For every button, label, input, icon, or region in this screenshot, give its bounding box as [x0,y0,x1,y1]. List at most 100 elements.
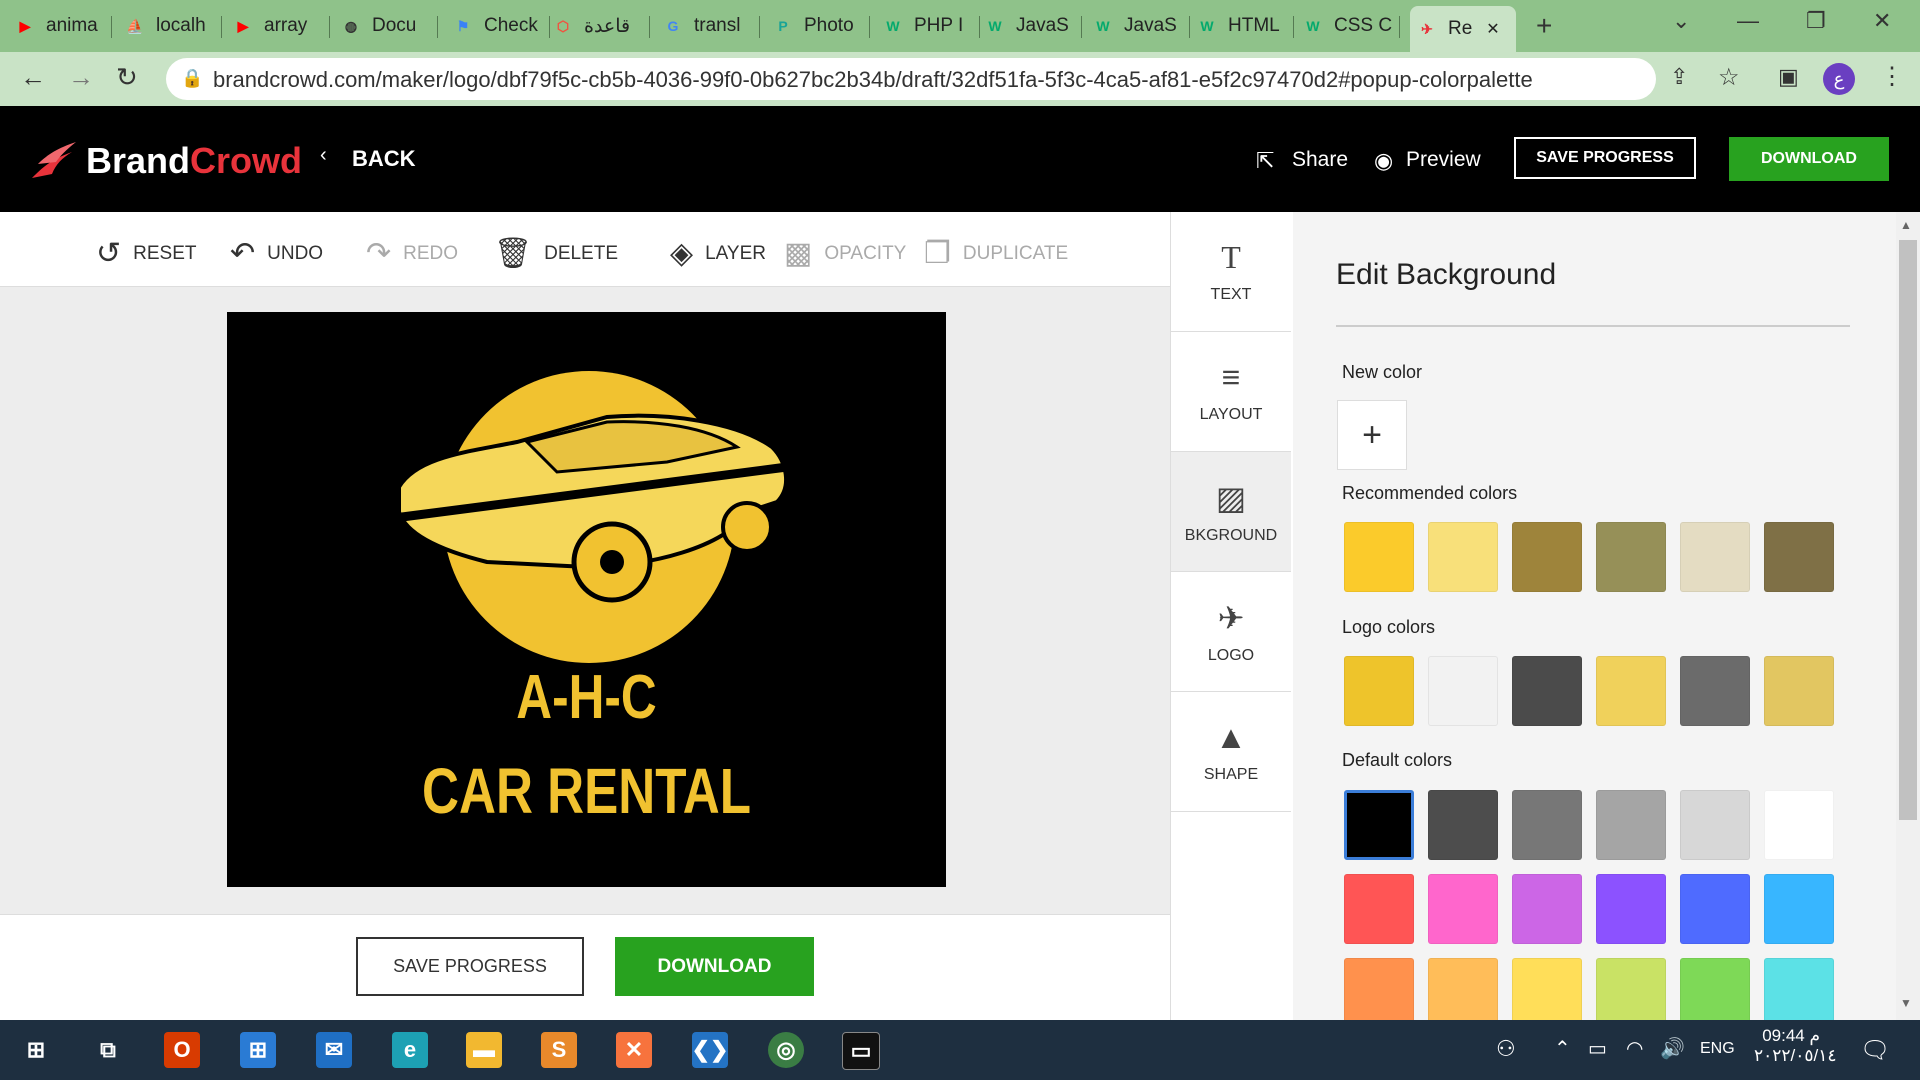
back-button[interactable]: BACK [352,146,416,172]
default-swatch[interactable] [1428,958,1498,1028]
logo-swatch[interactable] [1344,656,1414,726]
brand-logo[interactable]: BrandCrowd [86,140,302,182]
profile-avatar[interactable]: ع [1823,63,1855,95]
default-swatch[interactable] [1764,958,1834,1028]
header-download-button[interactable]: DOWNLOAD [1729,137,1889,181]
scroll-down-icon[interactable]: ▼ [1900,996,1912,1010]
recommended-swatch[interactable] [1764,522,1834,592]
store-icon[interactable]: ⊞ [240,1032,276,1068]
windows-start-icon[interactable]: ⊞ [18,1032,54,1068]
recommended-swatch[interactable] [1428,522,1498,592]
default-swatch[interactable] [1596,790,1666,860]
delete-button[interactable]: 🗑 DELETE [494,236,618,271]
redo-button[interactable]: ↷ REDO [366,236,458,271]
browser-tab[interactable]: ▶ anima [8,8,112,44]
xampp-icon[interactable]: ✕ [616,1032,652,1068]
restore-icon[interactable]: ❐ [1806,8,1826,34]
logo-swatch[interactable] [1764,656,1834,726]
recommended-swatch[interactable] [1512,522,1582,592]
default-swatch[interactable] [1596,958,1666,1028]
terminal-icon[interactable]: ▭ [842,1032,880,1070]
bookmark-star-icon[interactable]: ☆ [1718,63,1740,92]
nav-layout[interactable]: ≡ LAYOUT [1171,332,1291,452]
logo-line2[interactable]: CAR RENTAL [299,754,874,828]
reset-button[interactable]: ↺ RESET [96,236,197,271]
default-swatch[interactable] [1596,874,1666,944]
footer-download-button[interactable]: DOWNLOAD [615,937,814,996]
logo-swatch[interactable] [1680,656,1750,726]
browser-tab[interactable]: W CSS C [1296,8,1400,44]
layer-button[interactable]: ◈ LAYER [670,236,766,271]
browser-tab[interactable]: ⛵ localh [118,8,222,44]
language-indicator[interactable]: ENG [1700,1040,1735,1058]
new-tab-icon[interactable]: + [1536,10,1552,42]
default-swatch[interactable] [1680,874,1750,944]
tray-chevron-icon[interactable]: ⌃ [1554,1036,1571,1061]
default-swatch[interactable] [1764,874,1834,944]
browser-tab[interactable]: ✈ Re ✕ [1410,6,1516,52]
nav-background[interactable]: ▨ BKGROUND [1171,452,1291,572]
back-arrow-icon[interactable]: ← [20,62,46,93]
logo-line1[interactable]: A-H-C [299,662,874,733]
default-swatch[interactable] [1764,790,1834,860]
browser-tab[interactable]: Gtransl [656,8,760,44]
default-swatch[interactable] [1512,958,1582,1028]
recommended-swatch[interactable] [1596,522,1666,592]
mail-icon[interactable]: ✉ [316,1032,352,1068]
default-swatch[interactable] [1512,874,1582,944]
side-panel-icon[interactable]: ▣ [1778,64,1799,90]
share-button[interactable]: Share [1292,148,1348,172]
default-swatch[interactable] [1344,790,1414,860]
header-save-progress-button[interactable]: SAVE PROGRESS [1514,137,1696,179]
forward-arrow-icon[interactable]: → [68,62,94,93]
task-view-icon[interactable]: ⧉ [90,1032,126,1068]
url-text[interactable]: brandcrowd.com/maker/logo/dbf79f5c-cb5b-… [213,67,1533,93]
clock[interactable]: 09:44 م ٢٠٢٢/٠٥/١٤ [1754,1026,1837,1066]
default-swatch[interactable] [1428,790,1498,860]
close-tab-icon[interactable]: ✕ [1486,19,1499,39]
nav-shape[interactable]: ▲ SHAPE [1171,692,1291,812]
tab-search-icon[interactable]: ⌄ [1672,8,1690,34]
share-page-icon[interactable]: ⇪ [1670,64,1688,90]
duplicate-button[interactable]: ❐ DUPLICATE [924,236,1068,271]
sublime-text-icon[interactable]: S [541,1032,577,1068]
default-swatch[interactable] [1680,790,1750,860]
nav-text[interactable]: T TEXT [1171,212,1291,332]
browser-tab[interactable]: P Photo [766,8,870,44]
browser-tab[interactable]: W PHP I [876,8,980,44]
default-swatch[interactable] [1680,958,1750,1028]
browser-tab[interactable]: ⚑ Check [446,8,550,44]
wifi-icon[interactable]: ◠ [1626,1036,1643,1061]
logo-swatch[interactable] [1512,656,1582,726]
volume-icon[interactable]: 🔊 [1660,1036,1685,1061]
opacity-button[interactable]: ▩ OPACITY [784,236,906,271]
add-color-button[interactable]: + [1337,400,1407,470]
close-window-icon[interactable]: ✕ [1873,8,1891,34]
edge-icon[interactable]: e [392,1032,428,1068]
logo-swatch[interactable] [1428,656,1498,726]
vscode-icon[interactable]: ❮❯ [692,1032,728,1068]
battery-icon[interactable]: ▭ [1588,1036,1607,1061]
menu-dots-icon[interactable]: ⋮ [1880,62,1904,91]
logo-canvas[interactable]: A-H-C CAR RENTAL [227,312,946,887]
notifications-icon[interactable]: 🗨 [1860,1036,1890,1065]
recommended-swatch[interactable] [1680,522,1750,592]
scroll-up-icon[interactable]: ▲ [1900,218,1912,232]
default-swatch[interactable] [1512,790,1582,860]
footer-save-progress-button[interactable]: SAVE PROGRESS [356,937,584,996]
minimize-icon[interactable]: — [1737,8,1759,34]
people-icon[interactable]: ⚇ [1496,1036,1516,1062]
default-swatch[interactable] [1428,874,1498,944]
browser-tab[interactable]: ▶ array [226,8,330,44]
scrollbar-thumb[interactable] [1899,240,1917,820]
browser-tab[interactable]: W JavaS [978,8,1082,44]
browser-tab[interactable]: W HTML [1190,8,1294,44]
logo-swatch[interactable] [1596,656,1666,726]
browser-tab[interactable]: W JavaS [1086,8,1190,44]
undo-button[interactable]: ↶ UNDO [230,236,323,271]
default-swatch[interactable] [1344,874,1414,944]
preview-button[interactable]: Preview [1406,148,1481,172]
browser-tab[interactable]: ⬡ قاعدة [546,8,650,44]
default-swatch[interactable] [1344,958,1414,1028]
nav-logo[interactable]: ✈ LOGO [1171,572,1291,692]
